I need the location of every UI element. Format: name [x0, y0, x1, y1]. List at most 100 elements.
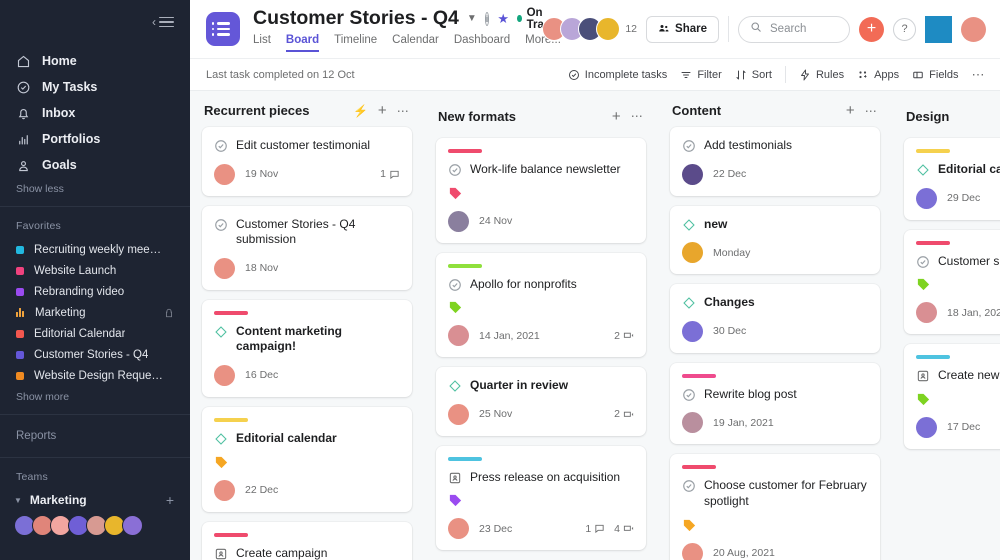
avatar[interactable]: [214, 479, 235, 501]
avatar[interactable]: [682, 242, 703, 264]
create-button[interactable]: +: [859, 16, 884, 42]
favorite-item-customer-stories-q4[interactable]: Customer Stories - Q4: [0, 344, 190, 365]
column-menu-button[interactable]: ⋯: [631, 110, 644, 122]
sidebar-item-portfolios[interactable]: Portfolios: [0, 126, 190, 152]
sidebar-item-inbox[interactable]: Inbox: [0, 100, 190, 126]
task-card[interactable]: Customer Stories - Q4 submission 18 Nov: [202, 205, 412, 290]
favorite-item-website-launch[interactable]: Website Launch: [0, 260, 190, 281]
check-circle-icon[interactable]: [916, 255, 930, 269]
sidebar-item-goals[interactable]: Goals: [0, 152, 190, 178]
avatar[interactable]: [448, 403, 469, 425]
task-card[interactable]: Editorial cale 29 Dec: [904, 138, 1000, 220]
avatar[interactable]: [122, 515, 143, 536]
avatar[interactable]: [682, 412, 703, 434]
add-card-button[interactable]: +: [378, 103, 387, 118]
task-card[interactable]: Apollo for nonprofits 14 Jan, 2021 2: [436, 252, 646, 358]
avatar[interactable]: [214, 364, 235, 386]
task-card[interactable]: Choose customer for February spotlight 2…: [670, 454, 880, 560]
show-more-button[interactable]: Show more: [0, 386, 190, 412]
favorite-item-rebranding-video[interactable]: Rebranding video: [0, 281, 190, 302]
filter-button[interactable]: Filter: [680, 69, 722, 81]
avatar[interactable]: [916, 416, 937, 438]
avatar[interactable]: [214, 163, 235, 185]
avatar[interactable]: [682, 542, 703, 560]
diamond-icon[interactable]: [682, 218, 696, 232]
search-input[interactable]: Search: [738, 15, 850, 43]
tab-list[interactable]: List: [253, 34, 271, 52]
sort-button[interactable]: Sort: [735, 69, 772, 81]
current-user-avatar[interactable]: [961, 16, 986, 42]
favorite-item-editorial-calendar[interactable]: Editorial Calendar: [0, 323, 190, 344]
apps-button[interactable]: Apps: [857, 69, 899, 81]
check-circle-icon[interactable]: [214, 139, 228, 153]
tab-board[interactable]: Board: [285, 34, 320, 52]
task-card[interactable]: Add testimonials 22 Dec: [670, 127, 880, 196]
sidebar-item-reports[interactable]: Reports: [0, 417, 190, 455]
tab-timeline[interactable]: Timeline: [334, 34, 377, 52]
team-item-marketing[interactable]: ▼ Marketing +: [0, 490, 190, 508]
task-card[interactable]: Rewrite blog post 19 Jan, 2021: [670, 362, 880, 445]
diamond-icon[interactable]: [214, 432, 228, 446]
chevron-down-icon[interactable]: ▼: [467, 13, 477, 24]
avatar[interactable]: [916, 302, 937, 324]
more-options-button[interactable]: ⋯: [972, 67, 987, 83]
star-icon[interactable]: ★: [497, 11, 509, 27]
add-team-project-button[interactable]: +: [166, 492, 174, 508]
favorite-item-website-design-requests[interactable]: Website Design Reque…: [0, 365, 190, 386]
diamond-icon[interactable]: [916, 163, 930, 177]
column-menu-button[interactable]: ⋯: [865, 105, 878, 117]
task-card[interactable]: Work-life balance newsletter 24 Nov: [436, 138, 646, 243]
fields-button[interactable]: Fields: [912, 69, 959, 81]
approval-icon[interactable]: [916, 369, 930, 383]
avatar[interactable]: [916, 187, 937, 209]
check-circle-icon[interactable]: [682, 388, 696, 402]
task-card[interactable]: Create campaign: [202, 521, 412, 560]
task-card[interactable]: Changes 30 Dec: [670, 284, 880, 353]
avatar[interactable]: [448, 518, 469, 540]
avatar[interactable]: [682, 320, 703, 342]
diamond-icon[interactable]: [682, 296, 696, 310]
avatar[interactable]: [596, 17, 621, 41]
bolt-icon[interactable]: ⚡: [353, 104, 368, 118]
check-circle-icon[interactable]: [682, 479, 696, 493]
check-circle-icon[interactable]: [682, 139, 696, 153]
show-less-button[interactable]: Show less: [0, 178, 190, 204]
blue-panel-icon[interactable]: [925, 15, 952, 43]
avatar[interactable]: [682, 163, 703, 185]
sidebar-item-my-tasks[interactable]: My Tasks: [0, 74, 190, 100]
rules-button[interactable]: Rules: [799, 69, 844, 81]
task-card[interactable]: new Monday: [670, 205, 880, 275]
add-card-button[interactable]: +: [846, 103, 855, 118]
favorite-item-marketing[interactable]: Marketing: [0, 302, 190, 323]
task-card[interactable]: Edit customer testimonial 19 Nov 1: [202, 127, 412, 196]
column-menu-button[interactable]: ⋯: [397, 105, 410, 117]
tag-icon: [448, 493, 634, 508]
approval-icon[interactable]: [448, 471, 462, 485]
task-card[interactable]: Content marketing campaign! 16 Dec: [202, 299, 412, 397]
task-card[interactable]: Quarter in review 25 Nov 2: [436, 367, 646, 436]
task-card[interactable]: Editorial calendar 22 Dec: [202, 406, 412, 512]
add-card-button[interactable]: +: [612, 109, 621, 124]
diamond-icon[interactable]: [448, 379, 462, 393]
avatar[interactable]: [214, 257, 235, 279]
task-card[interactable]: Customer spo 18 Jan, 2021: [904, 229, 1000, 335]
diamond-icon[interactable]: [214, 325, 228, 339]
approval-icon[interactable]: [214, 547, 228, 560]
task-card[interactable]: Create new in 17 Dec: [904, 344, 1000, 449]
check-circle-icon[interactable]: [214, 218, 228, 232]
add-task-button[interactable]: + Add task: [904, 459, 1000, 485]
favorite-item-recruiting-weekly-meeting[interactable]: Recruiting weekly mee…: [0, 239, 190, 260]
help-button[interactable]: ?: [893, 17, 916, 41]
tab-calendar[interactable]: Calendar: [392, 34, 439, 52]
tab-dashboard[interactable]: Dashboard: [454, 34, 510, 52]
info-icon[interactable]: i: [484, 11, 490, 26]
check-circle-icon[interactable]: [448, 278, 462, 292]
check-circle-icon[interactable]: [448, 163, 462, 177]
collapse-sidebar-button[interactable]: ‹: [152, 15, 174, 29]
avatar[interactable]: [448, 210, 469, 232]
sidebar-item-home[interactable]: Home: [0, 48, 190, 74]
avatar[interactable]: [448, 325, 469, 347]
incomplete-tasks-filter-button[interactable]: Incomplete tasks: [568, 69, 667, 81]
share-button[interactable]: Share: [646, 15, 719, 43]
task-card[interactable]: Press release on acquisition 23 Dec 1 4: [436, 445, 646, 551]
